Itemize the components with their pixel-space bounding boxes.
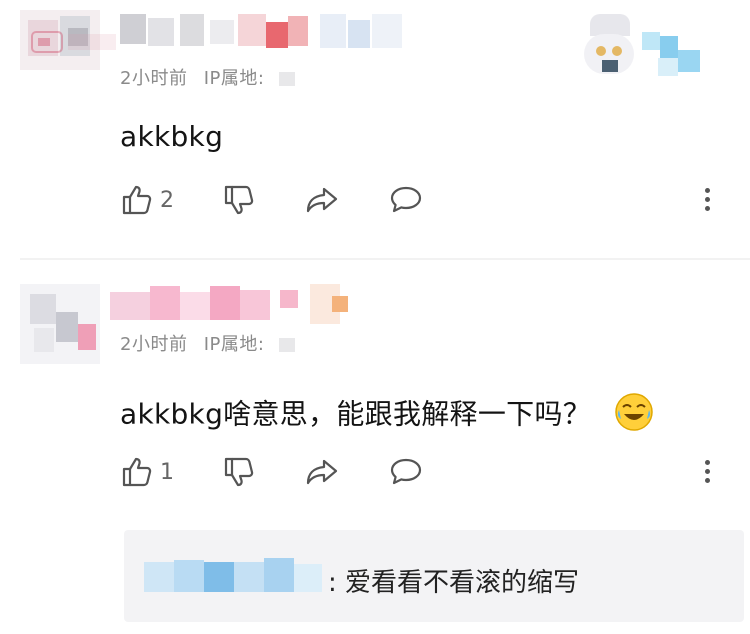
like-button[interactable]: 2 [120,183,174,217]
comment-text: akkbkg啥意思，能跟我解释一下吗？ [120,392,654,439]
reply-button[interactable] [388,455,424,489]
share-arrow-icon [304,455,340,489]
reply-text: : 爱看看不看滚的缩写 [328,562,579,599]
like-count: 2 [160,187,174,213]
comment-text-body: akkbkg啥意思，能跟我解释一下吗？ [120,397,592,431]
username[interactable] [110,284,370,324]
share-arrow-icon [304,183,340,217]
comment-time: 2小时前 [120,334,188,355]
avatar[interactable] [20,284,100,364]
ip-location-value [278,72,295,86]
more-vertical-icon[interactable] [702,184,712,215]
comment-bubble-icon [388,455,424,489]
share-button[interactable] [304,455,340,489]
watermark-logo [30,28,120,56]
thumbs-up-icon [120,183,154,217]
more-vertical-icon[interactable] [702,456,712,487]
comment-text: akkbkg [120,120,224,153]
thumbs-down-icon [222,455,256,489]
share-button[interactable] [304,183,340,217]
comment-item: 2小时前 IP属地: akkbkg 2 [0,0,750,262]
comment-meta: 2小时前 IP属地: [120,330,295,356]
comment-actions: 1 [120,452,472,492]
reply-separator: : [328,568,337,598]
reply-username[interactable] [144,556,324,596]
divider [20,258,750,260]
laughing-crying-emoji [614,392,654,439]
username[interactable] [120,14,410,50]
ip-location-value [278,338,295,352]
comment-actions: 2 [120,180,472,220]
like-button[interactable]: 1 [120,455,174,489]
ip-location-label: IP属地: [203,334,265,355]
comment-time: 2小时前 [120,68,188,89]
user-badge [582,14,712,84]
reply-body: 爱看看不看滚的缩写 [345,568,580,598]
thumbs-up-icon [120,455,154,489]
like-count: 1 [160,459,174,485]
dislike-button[interactable] [222,183,256,217]
ip-location-label: IP属地: [203,68,265,89]
thumbs-down-icon [222,183,256,217]
reply-button[interactable] [388,183,424,217]
dislike-button[interactable] [222,455,256,489]
comment-meta: 2小时前 IP属地: [120,64,295,90]
comment-bubble-icon [388,183,424,217]
